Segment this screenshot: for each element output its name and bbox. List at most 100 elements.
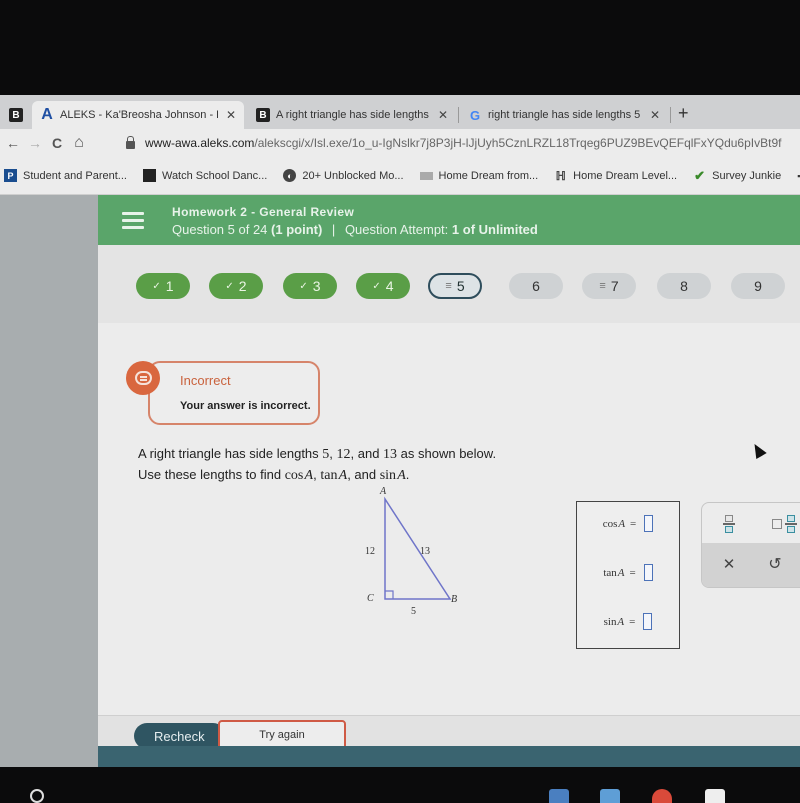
undo-icon[interactable]: ↺ [762, 551, 788, 577]
math-keypad: ✕ ↺ [701, 502, 800, 588]
partial-icon: ≡ [599, 280, 606, 292]
reload-icon[interactable]: C [46, 135, 68, 151]
prompt-text: as shown below. [397, 446, 497, 461]
hamburger-menu-icon[interactable] [120, 207, 146, 233]
prompt-line-1: A right triangle has side lengths 5, 12,… [138, 444, 496, 465]
question-prompt: A right triangle has side lengths 5, 12,… [138, 444, 496, 486]
side-label-ab: 13 [420, 546, 430, 557]
question-pill-9[interactable]: 9 [731, 273, 785, 299]
mixed-number-button[interactable] [764, 511, 800, 537]
feedback-chat-icon [126, 361, 160, 395]
bookmark-watch-school-dance[interactable]: Watch School Danc... [142, 169, 267, 182]
question-pill-6[interactable]: 6 [509, 273, 563, 299]
answer-label: tan A [603, 566, 625, 579]
equals-sign: = [629, 615, 636, 628]
home-dream-icon: ℍ [555, 168, 566, 183]
question-pill-7[interactable]: ≡ 7 [582, 273, 636, 299]
address-bar[interactable]: www-awa.aleks.com/alekscgi/x/Isl.exe/1o_… [118, 131, 800, 155]
shelf-app-icon[interactable] [600, 789, 620, 803]
bookmark-label: Home Dream from... [438, 169, 539, 182]
question-content: Incorrect Your answer is incorrect. A ri… [98, 323, 800, 723]
close-tab-icon[interactable]: ✕ [226, 108, 236, 122]
shelf-app-icon[interactable] [549, 789, 569, 803]
tab-divider [458, 107, 459, 123]
answer-row-sin: sin A = [577, 613, 679, 630]
answer-row-cos: cos A = [577, 515, 679, 532]
question-pill-1[interactable]: ✓ 1 [136, 273, 190, 299]
chrome-icon[interactable] [652, 789, 672, 803]
bookmark-home-dream-from[interactable]: Home Dream from... [419, 169, 539, 182]
tan-a-input[interactable] [643, 564, 653, 581]
feedback-box: Incorrect Your answer is incorrect. [148, 361, 320, 425]
answer-box: cos A = tan A = sin A = [576, 501, 680, 649]
close-tab-icon[interactable]: ✕ [438, 108, 448, 122]
partial-icon: ≡ [445, 280, 452, 292]
bookmark-survey-junkie[interactable]: ✔ Survey Junkie [693, 168, 781, 183]
prompt-text: . [405, 467, 410, 482]
forward-arrow-icon[interactable]: → [24, 135, 46, 151]
tab-brainly[interactable]: B A right triangle has side lengths ✕ [248, 101, 456, 129]
back-arrow-icon[interactable]: ← [2, 135, 24, 151]
right-angle-marker [385, 590, 394, 599]
aleks-app: Homework 2 - General Review Question 5 o… [98, 195, 800, 767]
check-icon: ✓ [372, 280, 381, 292]
tan-expression: tan A [320, 468, 348, 483]
fraction-button[interactable] [716, 511, 742, 537]
answer-label: sin A [603, 615, 625, 628]
home-icon[interactable]: ⌂ [68, 134, 90, 152]
prompt-text: , and [347, 467, 380, 482]
question-number: 4 [385, 278, 394, 294]
browser-window: B A ALEKS - Ka'Breosha Johnson - H ✕ B A… [0, 95, 800, 767]
image-icon [419, 171, 433, 180]
separator: | [331, 222, 336, 237]
bookmark-unblocked[interactable]: ◐ 20+ Unblocked Mo... [283, 169, 404, 182]
prompt-text: A right triangle has side lengths [138, 446, 323, 461]
prompt-text: , [329, 446, 337, 461]
cos-a-input[interactable] [644, 515, 654, 532]
question-number: 8 [680, 278, 688, 294]
question-number: 1 [165, 278, 174, 294]
side-label-ac: 12 [365, 546, 375, 557]
question-pill-3[interactable]: ✓ 3 [283, 273, 337, 299]
square-icon [142, 169, 156, 182]
bookmark-label: Home Dream Level... [573, 169, 678, 182]
new-tab-button[interactable]: + [678, 103, 689, 124]
question-number: 6 [532, 278, 540, 294]
bookmark-home-dream-level[interactable]: ℍ Home Dream Level... [554, 168, 678, 183]
shelf-app-icon[interactable] [705, 789, 725, 803]
bookmark-label: 20+ Unblocked Mo... [302, 169, 404, 182]
tab-title: A right triangle has side lengths [276, 109, 429, 121]
answer-label: cos A [602, 517, 626, 530]
tab-aleks[interactable]: A ALEKS - Ka'Breosha Johnson - H ✕ [32, 101, 244, 129]
question-pill-5[interactable]: ≡ 5 [428, 273, 482, 299]
p-icon: P [4, 169, 17, 182]
question-pill-4[interactable]: ✓ 4 [356, 273, 410, 299]
vertex-label-c: C [367, 593, 374, 604]
pinned-tab[interactable]: B [2, 101, 30, 129]
tab-google[interactable]: G right triangle has side lengths 5 ✕ [460, 101, 668, 129]
launcher-icon[interactable] [30, 789, 44, 803]
side-value: 12 [336, 447, 351, 462]
clear-icon[interactable]: ✕ [716, 551, 742, 577]
question-pill-2[interactable]: ✓ 2 [209, 273, 263, 299]
prompt-line-2: Use these lengths to find cos A, tan A, … [138, 465, 496, 486]
vertex-label-b: B [451, 594, 457, 605]
attempt-value: 1 of Unlimited [451, 222, 538, 237]
close-tab-icon[interactable]: ✕ [650, 108, 660, 122]
feedback-title: Incorrect [180, 373, 231, 388]
assignment-header: Homework 2 - General Review Question 5 o… [98, 195, 800, 245]
side-value: 13 [383, 447, 398, 462]
tab-title: ALEKS - Ka'Breosha Johnson - H [60, 109, 218, 121]
sin-expression: sin A [379, 468, 406, 483]
question-number: 3 [312, 278, 321, 294]
bookmark-student-parent[interactable]: P Student and Parent... [4, 169, 127, 182]
question-pill-8[interactable]: 8 [657, 273, 711, 299]
assignment-title: Homework 2 - General Review [172, 205, 355, 219]
sin-a-input[interactable] [643, 613, 653, 630]
question-navigator: ✓ 1 ✓ 2 ✓ 3 ✓ 4 ≡ 5 6 ≡ 7 8 9 [98, 245, 800, 323]
brainly-icon: B [256, 108, 270, 122]
question-counter: Question 5 of 24 [172, 222, 268, 237]
browser-toolbar: ← → C ⌂ www-awa.aleks.com/alekscgi/x/Isl… [0, 129, 800, 157]
fraction-icon [723, 515, 735, 533]
url-path: /alekscgi/x/Isl.exe/1o_u-IgNslkr7j8P3jH-… [254, 136, 782, 150]
